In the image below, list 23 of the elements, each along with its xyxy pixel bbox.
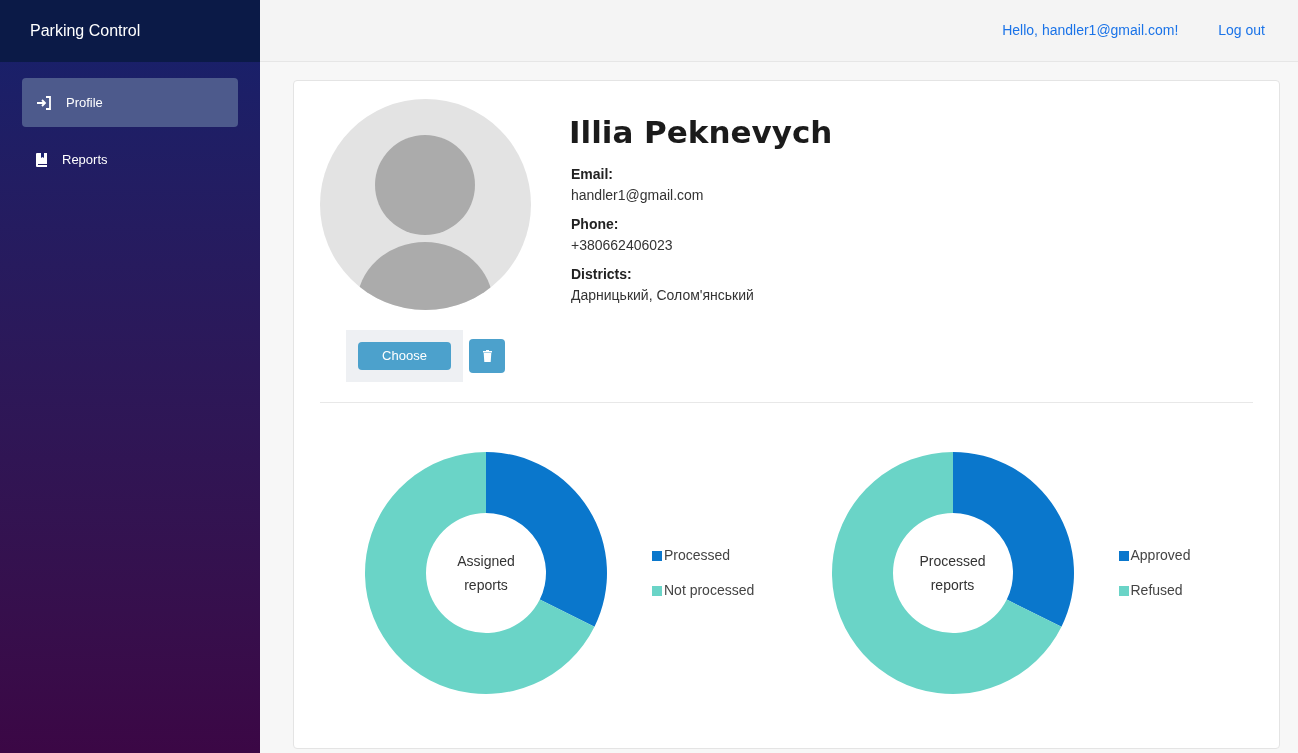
app-title: Parking Control (0, 0, 260, 62)
delete-button[interactable] (469, 339, 505, 373)
legend-label: Refused (1130, 581, 1183, 600)
choose-button[interactable]: Choose (358, 342, 451, 370)
field-value: handler1@gmail.com (571, 185, 705, 205)
legend-label: Processed (664, 546, 731, 565)
login-icon (36, 95, 52, 110)
legend-label: Approved (1130, 546, 1191, 565)
field-label: Email: (571, 164, 614, 184)
chart-center-label: Processed reports (918, 552, 987, 595)
profile-name: Illia Peknevych (569, 113, 833, 152)
field-label: Districts: (571, 264, 633, 284)
sidebar-item[interactable]: Reports (22, 135, 238, 184)
greeting-link[interactable]: Hello, handler1@gmail.com! (1002, 20, 1179, 41)
legend-label: Not processed (664, 581, 755, 600)
chart-center-label: Assigned reports (456, 552, 516, 595)
trash-icon (482, 350, 492, 362)
field-value: Дарницький, Солом'янський (571, 285, 755, 305)
field-label: Phone: (571, 214, 620, 234)
logout-link[interactable]: Log out (1218, 20, 1265, 41)
field-value: +380662406023 (571, 235, 674, 255)
sidebar-item[interactable]: Profile (22, 78, 238, 127)
book-icon (36, 152, 48, 167)
